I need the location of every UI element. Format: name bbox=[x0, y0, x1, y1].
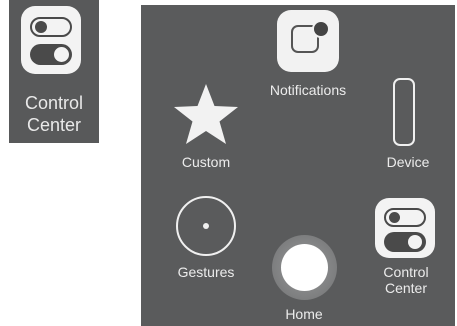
toggle-on-icon bbox=[30, 44, 72, 65]
home-label: Home bbox=[285, 306, 323, 322]
device-phone-icon bbox=[393, 78, 415, 146]
star-icon bbox=[174, 84, 238, 144]
control-center-label-line2: Center bbox=[26, 115, 82, 135]
gestures-label: Gestures bbox=[177, 264, 235, 280]
control-center-panel-label: Control Center bbox=[361, 264, 451, 296]
control-center-panel-label-line1: Control bbox=[383, 264, 429, 280]
control-center-panel-label-line2: Center bbox=[384, 280, 428, 296]
toggle-switches-icon bbox=[375, 198, 435, 258]
toggle-on-icon bbox=[384, 232, 426, 252]
home-button-icon bbox=[272, 235, 337, 300]
control-center-tile[interactable]: Control Center bbox=[9, 0, 99, 143]
device-label: Device bbox=[386, 154, 430, 170]
assistive-touch-menu: Notifications Custom Device Gestures Hom… bbox=[141, 5, 455, 326]
notifications-icon bbox=[277, 10, 339, 72]
gestures-icon bbox=[176, 196, 236, 256]
control-center-label-line1: Control bbox=[24, 93, 84, 113]
toggle-switches-icon bbox=[21, 6, 81, 74]
notifications-label: Notifications bbox=[269, 82, 347, 98]
control-center-label: Control Center bbox=[9, 92, 99, 136]
toggle-off-icon bbox=[384, 208, 426, 227]
toggle-off-icon bbox=[30, 17, 72, 37]
custom-label: Custom bbox=[181, 154, 231, 170]
